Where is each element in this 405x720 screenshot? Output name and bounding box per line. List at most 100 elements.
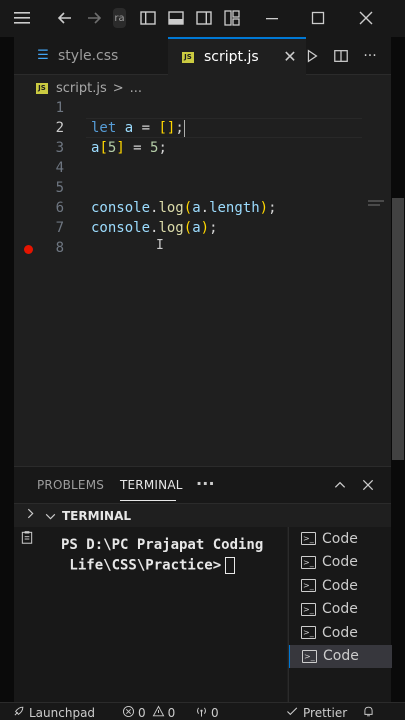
warning-icon bbox=[152, 705, 165, 720]
tab-label: style.css bbox=[58, 48, 119, 64]
status-bar: Launchpad 0 0 0 Prettier bbox=[0, 702, 405, 720]
maximize-panel-icon[interactable] bbox=[331, 476, 349, 494]
toggle-primary-sidebar-icon[interactable] bbox=[138, 8, 158, 28]
prettier-status[interactable]: Prettier bbox=[286, 705, 347, 720]
terminal-prompt: Life\CSS\Practice> bbox=[61, 557, 222, 574]
terminal-output[interactable]: PS D:\PC Prajapat Coding Life\CSS\Practi… bbox=[14, 527, 287, 702]
code-token: let bbox=[91, 120, 117, 136]
line-number: 3 bbox=[55, 140, 64, 156]
terminal-instance-item[interactable]: >_ Code bbox=[289, 621, 392, 644]
tab-script-js[interactable]: JS script.js ✕ bbox=[168, 37, 306, 75]
panel-more-icon[interactable]: ··· bbox=[196, 474, 215, 493]
minimap-line bbox=[368, 204, 380, 206]
code-editor[interactable]: 1 2 let a = []; 3 a[5] = 5; 4 5 6 console.log(a.… bbox=[14, 98, 404, 466]
terminal-icon: >_ bbox=[301, 532, 316, 545]
editor-scrollbar[interactable] bbox=[392, 198, 404, 460]
code-line[interactable]: 2 let a = []; bbox=[14, 118, 354, 138]
maximize-icon[interactable] bbox=[308, 8, 328, 28]
forward-arrow-icon[interactable] bbox=[84, 8, 104, 28]
code-line[interactable]: 4 bbox=[14, 158, 354, 178]
problems-status[interactable]: 0 0 bbox=[122, 705, 175, 720]
code-token: [ bbox=[99, 140, 108, 156]
code-text: console.log(a); bbox=[91, 218, 218, 238]
terminal-instance-item[interactable]: >_ Code bbox=[289, 551, 392, 574]
more-actions-icon[interactable]: ··· bbox=[360, 46, 380, 66]
terminal-instance-label: Code bbox=[322, 577, 358, 594]
toggle-panel-icon[interactable] bbox=[166, 8, 186, 28]
code-text: let a = []; bbox=[91, 118, 185, 138]
breadcrumb-symbol[interactable]: ... bbox=[130, 81, 142, 96]
back-arrow-icon[interactable] bbox=[55, 8, 75, 28]
toggle-secondary-sidebar-icon[interactable] bbox=[194, 8, 214, 28]
code-token: ; bbox=[175, 120, 184, 136]
error-count: 0 bbox=[138, 706, 146, 720]
breakpoint-marker[interactable] bbox=[24, 245, 33, 254]
chevron-right-icon[interactable] bbox=[24, 507, 37, 523]
terminal-section-header[interactable]: TERMINAL bbox=[14, 503, 391, 527]
tab-problems[interactable]: PROBLEMS bbox=[37, 478, 104, 492]
code-token: = bbox=[124, 140, 151, 156]
tab-close-icon[interactable]: ✕ bbox=[282, 49, 298, 65]
line-number: 8 bbox=[55, 240, 64, 256]
terminal-instance-item[interactable]: >_ Code bbox=[289, 527, 392, 550]
code-text: a[5] = 5; bbox=[91, 138, 167, 158]
code-token: ) bbox=[200, 220, 210, 236]
code-line[interactable]: 1 bbox=[14, 98, 354, 118]
code-token: length bbox=[209, 200, 260, 216]
terminal-instance-item[interactable]: >_ Code bbox=[289, 598, 392, 621]
run-icon[interactable] bbox=[302, 46, 322, 66]
code-line[interactable]: 7 console.log(a); bbox=[14, 218, 354, 238]
double-check-icon bbox=[286, 705, 299, 720]
code-token: ; bbox=[158, 140, 167, 156]
breadcrumb-file[interactable]: script.js bbox=[56, 81, 107, 96]
code-line[interactable]: 5 bbox=[14, 178, 354, 198]
customize-layout-icon[interactable] bbox=[222, 8, 242, 28]
menu-icon[interactable] bbox=[12, 8, 32, 28]
js-file-icon: JS bbox=[182, 51, 194, 63]
terminal-instance-label: Code bbox=[323, 648, 359, 664]
terminal-instance-item[interactable]: >_ Code bbox=[289, 574, 392, 597]
tab-style-css[interactable]: ☰ style.css bbox=[36, 37, 176, 75]
error-icon bbox=[122, 705, 135, 720]
close-panel-icon[interactable] bbox=[359, 476, 377, 494]
tab-label: script.js bbox=[204, 49, 259, 65]
clipboard-icon[interactable] bbox=[20, 529, 34, 549]
breadcrumb: JS script.js > ... bbox=[36, 78, 142, 98]
split-editor-icon[interactable] bbox=[331, 46, 351, 66]
css-file-icon: ☰ bbox=[37, 48, 49, 63]
terminal-instance-list: >_ Code >_ Code >_ Code >_ Code >_ Code >_ Code bbox=[288, 527, 392, 702]
tab-terminal[interactable]: TERMINAL bbox=[120, 478, 183, 492]
line-number: 5 bbox=[55, 180, 64, 196]
code-line[interactable]: 8 bbox=[14, 238, 354, 258]
line-number: 7 bbox=[55, 220, 64, 236]
terminal-icon: >_ bbox=[301, 602, 316, 616]
code-token: ] bbox=[116, 140, 125, 156]
terminal-instance-label: Code bbox=[322, 624, 358, 641]
terminal-icon: >_ bbox=[301, 555, 316, 569]
code-token: ; bbox=[268, 200, 277, 216]
minimize-icon[interactable] bbox=[262, 8, 282, 28]
ports-status[interactable]: 0 bbox=[195, 705, 219, 720]
code-token: [] bbox=[158, 120, 176, 136]
notifications-bell-icon[interactable] bbox=[362, 705, 375, 718]
prettier-label: Prettier bbox=[303, 706, 348, 720]
line-number: 2 bbox=[55, 120, 64, 136]
title-bar: ra bbox=[0, 0, 405, 37]
command-center-text: ra bbox=[114, 12, 125, 24]
code-line[interactable]: 3 a[5] = 5; bbox=[14, 138, 354, 158]
command-center[interactable]: ra bbox=[113, 8, 126, 28]
breadcrumb-separator: > bbox=[112, 80, 124, 96]
terminal-icon: >_ bbox=[301, 579, 316, 592]
terminal-instance-item[interactable]: >_ Code bbox=[289, 644, 392, 668]
line-number: 4 bbox=[55, 160, 64, 176]
code-line[interactable]: 6 console.log(a.length); bbox=[14, 198, 354, 218]
text-cursor bbox=[183, 119, 185, 137]
launchpad-status[interactable]: Launchpad bbox=[12, 705, 95, 720]
minimap[interactable] bbox=[368, 200, 384, 202]
broadcast-icon bbox=[195, 705, 208, 720]
code-token: ) bbox=[259, 200, 269, 216]
code-token: log bbox=[158, 220, 184, 236]
chevron-down-icon[interactable] bbox=[44, 508, 57, 527]
close-icon[interactable] bbox=[356, 8, 376, 28]
